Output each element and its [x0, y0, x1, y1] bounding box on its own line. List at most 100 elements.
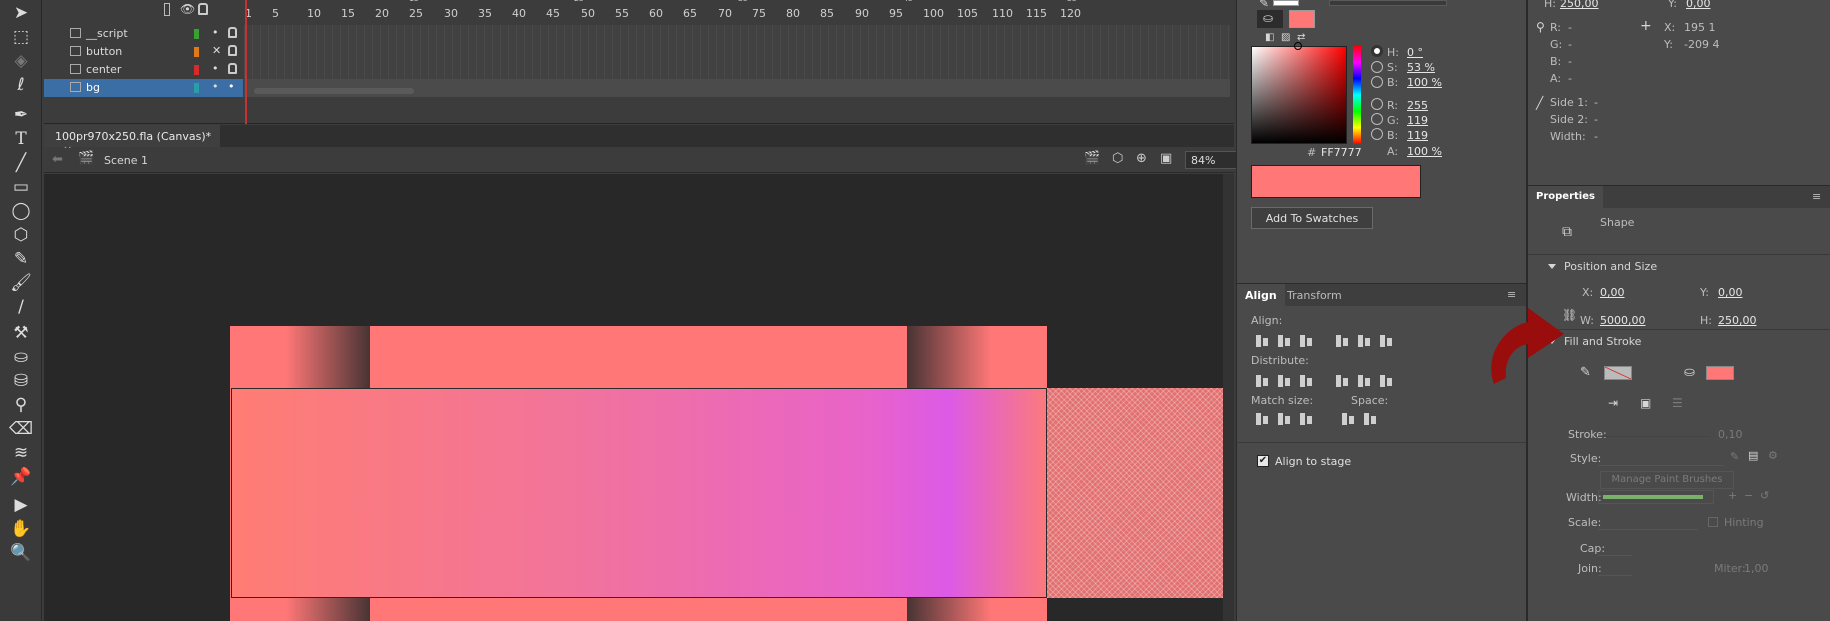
hinting-checkbox[interactable]	[1708, 517, 1718, 527]
alpha-value[interactable]: 100 %	[1407, 145, 1442, 158]
w-value[interactable]: 5000,00	[1600, 314, 1646, 327]
info-h-value[interactable]: 250,00	[1560, 0, 1599, 10]
lasso-tool-icon[interactable]: ℓ	[8, 74, 34, 96]
blue-radio[interactable]	[1371, 128, 1383, 140]
stroke-position-icon[interactable]: ⇥	[1608, 396, 1618, 410]
b-value[interactable]: 100 %	[1407, 76, 1442, 89]
match-width-icon[interactable]	[1253, 411, 1271, 427]
add-width-icon[interactable]: +	[1728, 489, 1737, 502]
paint-brush-tool-icon[interactable]: 🖌	[8, 272, 34, 294]
ink-bottle-tool-icon[interactable]: ⛁	[8, 370, 34, 392]
line-tool-icon[interactable]: ╱	[8, 152, 34, 174]
distribute-top-icon[interactable]	[1253, 373, 1271, 389]
pen-tool-icon[interactable]: ✒	[8, 104, 34, 126]
fill-stroke-section[interactable]: Fill and Stroke	[1528, 329, 1830, 353]
stroke-slider[interactable]	[1598, 436, 1710, 437]
width-tool-icon[interactable]: ≋	[8, 442, 34, 464]
g-radio[interactable]	[1371, 113, 1383, 125]
match-width-height-icon[interactable]	[1297, 411, 1315, 427]
edit-symbols-icon[interactable]: ⬡	[1112, 151, 1123, 166]
hand-tool-icon[interactable]: ✋	[8, 518, 34, 540]
align-v-center-icon[interactable]	[1355, 333, 1373, 349]
s-value[interactable]: 53 %	[1407, 61, 1435, 74]
x-value[interactable]: 0,00	[1600, 286, 1625, 299]
frame-row[interactable]	[244, 25, 1230, 43]
zoom-tool-icon[interactable]: 🔍	[8, 542, 34, 564]
clip-content-icon[interactable]: ▣	[1160, 151, 1172, 166]
layer-row[interactable]: center •	[44, 61, 243, 79]
layer-visibility-icon[interactable]: •	[212, 80, 219, 93]
layer-name[interactable]: bg	[86, 81, 100, 94]
align-to-stage-checkbox[interactable]: ✔	[1257, 455, 1269, 467]
free-transform-tool-icon[interactable]: ⬚	[8, 26, 34, 48]
match-height-icon[interactable]	[1275, 411, 1293, 427]
oval-tool-icon[interactable]: ◯	[8, 200, 34, 222]
layer-outline-color[interactable]	[194, 47, 199, 57]
stroke-color-swatch[interactable]	[1273, 0, 1299, 6]
tab-properties[interactable]: Properties	[1528, 186, 1603, 208]
back-arrow-icon[interactable]: ⬅	[52, 152, 63, 167]
layer-visibility-icon[interactable]: •	[212, 62, 219, 75]
align-top-icon[interactable]	[1333, 333, 1351, 349]
brush-tool-icon[interactable]: ∕	[8, 296, 34, 318]
layer-lock-icon[interactable]	[228, 45, 237, 56]
gradient-shape[interactable]	[231, 388, 1047, 598]
layer-visibility-icon[interactable]: •	[212, 26, 219, 39]
pin-tool-icon[interactable]: 📌	[8, 466, 34, 488]
stage[interactable]	[44, 174, 1223, 621]
lock-all-layers-icon[interactable]	[198, 3, 208, 15]
properties-menu-icon[interactable]: ≡	[1812, 190, 1821, 203]
color-type-select[interactable]	[1329, 0, 1447, 6]
stroke-value[interactable]: 0,10	[1718, 428, 1743, 441]
scene-label[interactable]: Scene 1	[104, 154, 148, 167]
layer-lock-icon[interactable]	[228, 63, 237, 74]
tab-transform[interactable]: Transform	[1279, 284, 1350, 306]
position-size-section[interactable]: Position and Size	[1528, 254, 1830, 278]
join-select[interactable]	[1598, 560, 1632, 576]
stage-scrollbar[interactable]	[1223, 174, 1234, 621]
saturation-brightness-picker[interactable]	[1251, 46, 1347, 144]
align-right-icon[interactable]	[1297, 333, 1315, 349]
align-to-stage-label[interactable]: Align to stage	[1275, 455, 1351, 468]
layer-row[interactable]: __script •	[44, 25, 243, 43]
outline-column-icon[interactable]	[164, 3, 170, 16]
frame-ruler[interactable]: 1 5 10 15 20 25 30 35 40 45 50 55 60 65 70 75 80 85 90 95 10…	[244, 0, 1230, 20]
r-value[interactable]: 255	[1407, 99, 1428, 112]
align-h-center-icon[interactable]	[1275, 333, 1293, 349]
layer-visibility-icon[interactable]: ✕	[212, 44, 221, 57]
layer-lock-icon[interactable]: •	[228, 80, 237, 93]
text-tool-icon[interactable]: T	[8, 128, 34, 150]
center-stage-icon[interactable]: ⊕	[1136, 151, 1147, 166]
cap-select[interactable]	[1598, 540, 1632, 556]
r-radio[interactable]	[1371, 98, 1383, 110]
panel-menu-icon[interactable]: ≡	[1507, 288, 1516, 301]
stroke-color-swatch[interactable]	[1604, 366, 1632, 380]
picker-handle[interactable]	[1294, 42, 1302, 50]
miter-value[interactable]: 1,00	[1744, 562, 1769, 575]
selection-tool-icon[interactable]: ➤	[8, 2, 34, 24]
layer-name[interactable]: button	[86, 45, 122, 58]
distribute-right-icon[interactable]	[1377, 373, 1395, 389]
layer-outline-color[interactable]	[194, 65, 199, 75]
layer-name[interactable]: __script	[86, 27, 128, 40]
layer-row[interactable]: bg • •	[44, 79, 243, 97]
style-select[interactable]	[1598, 450, 1724, 466]
document-tab[interactable]: 100pr970x250.fla (Canvas)* ×	[44, 125, 220, 156]
distribute-left-icon[interactable]	[1333, 373, 1351, 389]
edit-scene-icon[interactable]: 🎬	[1084, 151, 1100, 166]
g-value[interactable]: 119	[1407, 114, 1428, 127]
align-bottom-icon[interactable]	[1377, 333, 1395, 349]
info-y-value[interactable]: 0,00	[1686, 0, 1711, 10]
offstage-shape-hatched[interactable]	[1047, 388, 1223, 598]
edit-stroke-style-icon[interactable]: ✎	[1730, 450, 1739, 463]
eyedropper-tool-icon[interactable]: ⚲	[8, 394, 34, 416]
fill-bucket-button[interactable]: ⛀	[1257, 10, 1283, 28]
hue-slider[interactable]	[1353, 46, 1361, 144]
reset-width-icon[interactable]: ↺	[1760, 489, 1769, 502]
stroke-style-icon[interactable]: ☰	[1672, 396, 1683, 410]
brush-library-icon[interactable]: ▤	[1748, 449, 1758, 462]
default-colors-icon[interactable]: ◧	[1265, 32, 1274, 43]
distribute-h-center-icon[interactable]	[1355, 373, 1373, 389]
b-radio[interactable]	[1371, 76, 1383, 88]
layer-name[interactable]: center	[86, 63, 121, 76]
